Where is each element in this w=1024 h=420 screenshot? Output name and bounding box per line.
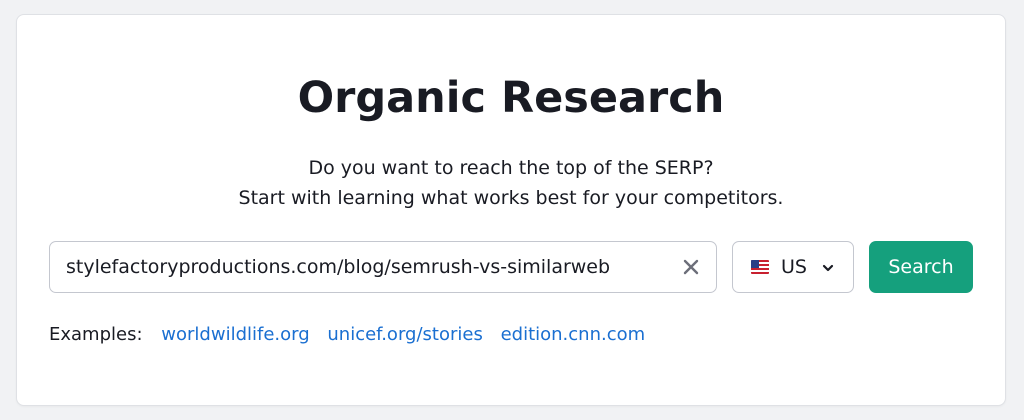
example-link-unicef[interactable]: unicef.org/stories [327, 324, 482, 345]
example-link-worldwildlife[interactable]: worldwildlife.org [161, 324, 309, 345]
subtitle-line-2: Start with learning what works best for … [238, 187, 784, 209]
domain-input-container [49, 241, 717, 293]
us-flag-icon [751, 260, 769, 274]
examples-label: Examples: [49, 324, 143, 345]
country-select[interactable]: US [732, 241, 854, 293]
organic-research-card: Organic Research Do you want to reach th… [16, 14, 1006, 406]
page-subtitle: Do you want to reach the top of the SERP… [17, 153, 1005, 213]
examples-row: Examples: worldwildlife.org unicef.org/s… [49, 320, 657, 350]
example-link-cnn[interactable]: edition.cnn.com [501, 324, 646, 345]
subtitle-line-1: Do you want to reach the top of the SERP… [308, 157, 714, 179]
search-bar: US Search [49, 241, 975, 293]
page-title: Organic Research [297, 73, 725, 123]
search-button[interactable]: Search [869, 241, 973, 293]
close-icon[interactable] [680, 256, 702, 278]
country-selected-label: US [781, 256, 807, 278]
domain-search-input[interactable] [66, 242, 666, 292]
chevron-down-icon [821, 261, 835, 275]
